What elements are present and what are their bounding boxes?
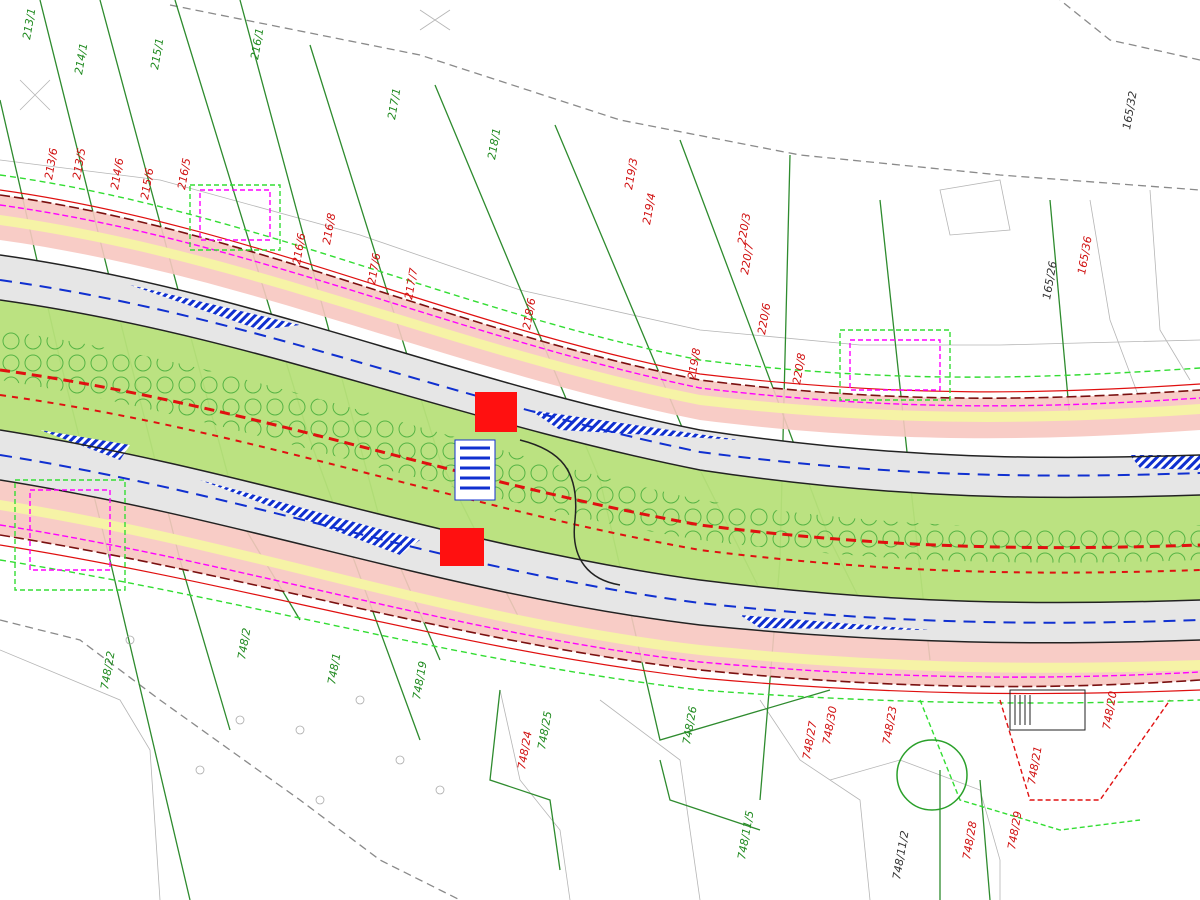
site-plan-map: 213/1 214/1 215/1 216/1 217/1 218/1 219/… (0, 0, 1200, 900)
crossing-red-block-north (475, 392, 517, 432)
crossing-red-block-south (440, 528, 484, 566)
